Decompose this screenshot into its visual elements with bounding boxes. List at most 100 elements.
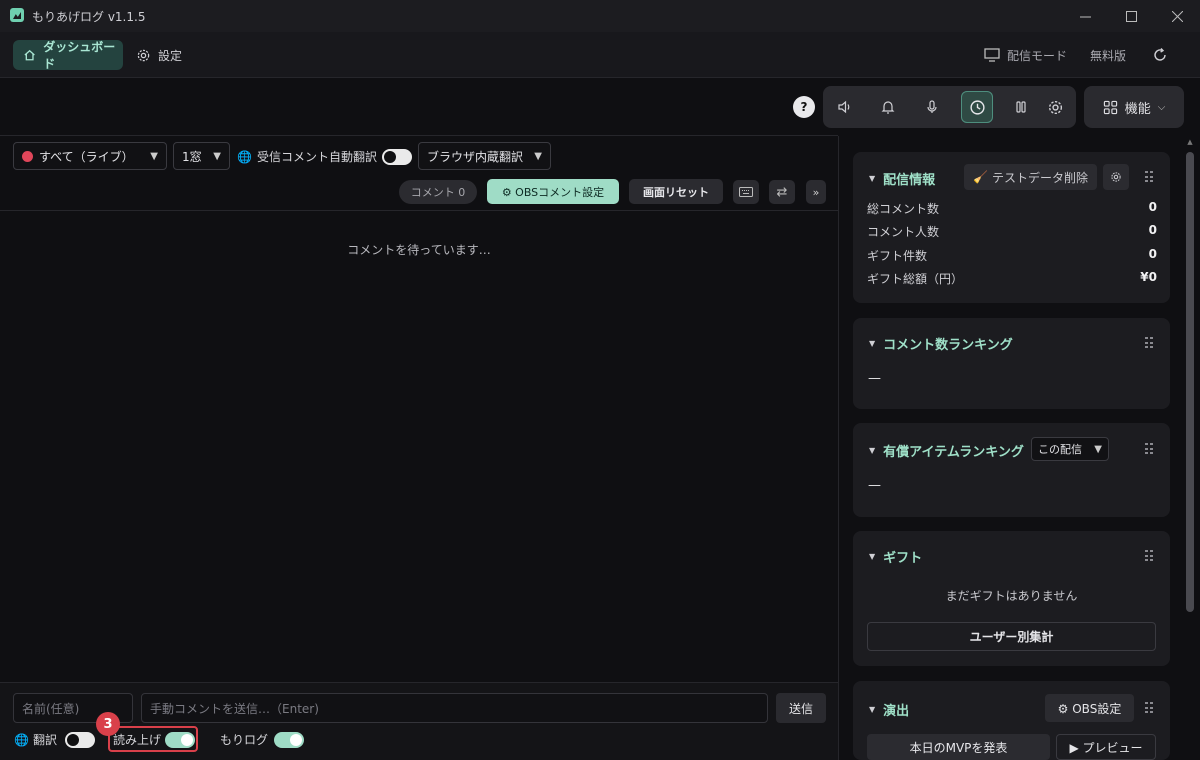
send-button[interactable]: 送信 bbox=[776, 693, 826, 723]
stat-value: 0 bbox=[1148, 223, 1157, 237]
drag-handle-icon[interactable] bbox=[1145, 550, 1153, 562]
tab-settings[interactable]: 設定 bbox=[136, 40, 182, 70]
collapse-triangle-icon: ▼ bbox=[869, 339, 876, 348]
scroll-up-icon[interactable]: ▲ bbox=[1186, 138, 1194, 146]
keyboard-button[interactable] bbox=[733, 180, 759, 204]
toolbar-settings-button[interactable] bbox=[1041, 93, 1069, 121]
screen-reset-button[interactable]: 画面リセット bbox=[629, 179, 723, 204]
paid-ranking-scope-select[interactable]: この配信 ▼ bbox=[1031, 437, 1109, 461]
expand-button[interactable]: » bbox=[806, 180, 826, 204]
refresh-button[interactable] bbox=[1152, 40, 1168, 70]
mic-icon bbox=[927, 100, 937, 113]
source-select[interactable]: すべて（ライブ） ▼ bbox=[13, 142, 167, 170]
help-button[interactable]: ? bbox=[793, 96, 815, 118]
drag-handle-icon[interactable] bbox=[1145, 443, 1153, 455]
translate-label: 翻訳 bbox=[32, 733, 57, 747]
highlight-box bbox=[108, 726, 198, 752]
chevron-down-icon: ▼ bbox=[1094, 443, 1102, 455]
drag-handle-icon[interactable] bbox=[1145, 702, 1153, 714]
speaker-icon bbox=[838, 100, 850, 114]
delete-test-data-button[interactable]: 🧹 テストデータ削除 bbox=[964, 164, 1097, 190]
broadcast-info-header[interactable]: ▼ 配信情報 bbox=[869, 169, 935, 188]
broadcast-mode-button[interactable]: 配信モード bbox=[984, 40, 1067, 70]
translate-control: 🌐 翻訳 bbox=[14, 731, 95, 748]
collapse-triangle-icon: ▼ bbox=[869, 705, 876, 714]
grid-icon bbox=[1103, 100, 1117, 114]
gifts-title: ギフト bbox=[883, 551, 923, 566]
stat-label: コメント人数 bbox=[867, 225, 940, 239]
window-select[interactable]: 1窓 ▼ bbox=[173, 142, 230, 170]
stat-label: ギフト総額（円） bbox=[867, 272, 964, 286]
window-select-value: 1窓 bbox=[182, 149, 202, 164]
broadcast-info-settings-button[interactable] bbox=[1103, 164, 1129, 190]
comment-ranking-title: コメント数ランキング bbox=[883, 338, 1013, 353]
globe-icon: 🌐 bbox=[14, 732, 29, 747]
maximize-button[interactable] bbox=[1108, 0, 1154, 32]
translate-toggle[interactable] bbox=[64, 731, 95, 748]
step-badge: 3 bbox=[96, 712, 120, 736]
app-logo-icon bbox=[10, 8, 24, 22]
tab-dashboard[interactable]: ダッシュボード bbox=[13, 40, 123, 71]
auto-translate-toggle[interactable] bbox=[381, 148, 412, 165]
close-button[interactable] bbox=[1154, 0, 1200, 32]
paid-ranking-empty: — bbox=[868, 478, 881, 493]
stat-row: ギフト総額（円） ¥0 bbox=[867, 270, 1157, 287]
stat-label: ギフト件数 bbox=[867, 249, 928, 263]
swap-button[interactable]: ⇄ bbox=[769, 180, 795, 204]
columns-icon bbox=[1016, 101, 1026, 113]
per-user-summary-button[interactable]: ユーザー別集計 bbox=[867, 622, 1156, 651]
paid-ranking-header[interactable]: ▼ 有償アイテムランキング bbox=[869, 441, 1024, 460]
clock-icon bbox=[969, 99, 985, 115]
globe-icon: 🌐 bbox=[237, 149, 252, 164]
drag-handle-icon[interactable] bbox=[1145, 171, 1153, 183]
translate-engine-select[interactable]: ブラウザ内蔵翻訳 ▼ bbox=[418, 142, 551, 170]
tab-settings-label: 設定 bbox=[158, 48, 183, 63]
stat-label: 総コメント数 bbox=[867, 202, 940, 216]
minimize-button[interactable] bbox=[1062, 0, 1108, 32]
chevron-down-icon: ▼ bbox=[213, 150, 221, 162]
feature-menu-button[interactable]: 機能 ⌵ bbox=[1084, 86, 1184, 128]
gifts-header[interactable]: ▼ ギフト bbox=[869, 547, 922, 566]
effects-header[interactable]: ▼ 演出 bbox=[869, 700, 909, 719]
swap-icon: ⇄ bbox=[776, 184, 788, 200]
home-icon bbox=[24, 49, 35, 61]
broadcast-info-title: 配信情報 bbox=[883, 173, 936, 188]
speaker-toggle[interactable] bbox=[831, 93, 859, 121]
notification-toggle[interactable] bbox=[874, 93, 902, 121]
comment-ranking-empty: — bbox=[868, 371, 881, 386]
broom-icon: 🧹 bbox=[973, 170, 988, 184]
paid-ranking-title: 有償アイテムランキング bbox=[883, 445, 1024, 460]
mic-toggle[interactable] bbox=[918, 93, 946, 121]
scrollbar-thumb[interactable] bbox=[1186, 152, 1194, 612]
obs-settings-button[interactable]: ⚙ OBS設定 bbox=[1045, 694, 1134, 722]
announce-mvp-button[interactable]: 本日のMVPを発表 bbox=[867, 734, 1050, 760]
columns-toggle[interactable] bbox=[1007, 93, 1035, 121]
feature-menu-label: 機能 bbox=[1124, 101, 1151, 117]
comment-input-placeholder: 手動コメントを送信…（Enter) bbox=[150, 701, 319, 716]
drag-handle-icon[interactable] bbox=[1145, 337, 1153, 349]
morilog-control: もりログ bbox=[220, 731, 305, 748]
broadcast-mode-label: 配信モード bbox=[1007, 48, 1068, 63]
obs-comment-settings-button[interactable]: ⚙ OBSコメント設定 bbox=[487, 179, 619, 204]
effects-title: 演出 bbox=[883, 704, 910, 719]
morilog-toggle[interactable] bbox=[274, 731, 305, 748]
minimize-icon bbox=[1079, 16, 1091, 17]
divider bbox=[0, 135, 838, 136]
nav-bar: ダッシュボード 設定 配信モード 無料版 bbox=[0, 32, 1200, 78]
gear-icon bbox=[1111, 172, 1121, 182]
comment-input[interactable]: 手動コメントを送信…（Enter) bbox=[141, 693, 768, 723]
timer-toggle[interactable] bbox=[961, 91, 993, 123]
bell-icon bbox=[881, 101, 895, 114]
chevron-down-icon: ▼ bbox=[150, 150, 158, 162]
close-icon bbox=[1171, 10, 1183, 22]
chevron-down-icon: ⌵ bbox=[1157, 101, 1166, 113]
stat-row: ギフト件数 0 bbox=[867, 247, 1157, 264]
preview-button[interactable]: ▶ プレビュー bbox=[1056, 734, 1156, 760]
divider bbox=[0, 210, 838, 211]
maximize-icon bbox=[1125, 10, 1137, 22]
collapse-triangle-icon: ▼ bbox=[869, 552, 876, 561]
delete-test-data-label: テストデータ削除 bbox=[991, 170, 1088, 185]
comment-ranking-card bbox=[853, 318, 1170, 409]
collapse-triangle-icon: ▼ bbox=[869, 174, 876, 183]
comment-ranking-header[interactable]: ▼ コメント数ランキング bbox=[869, 334, 1013, 353]
